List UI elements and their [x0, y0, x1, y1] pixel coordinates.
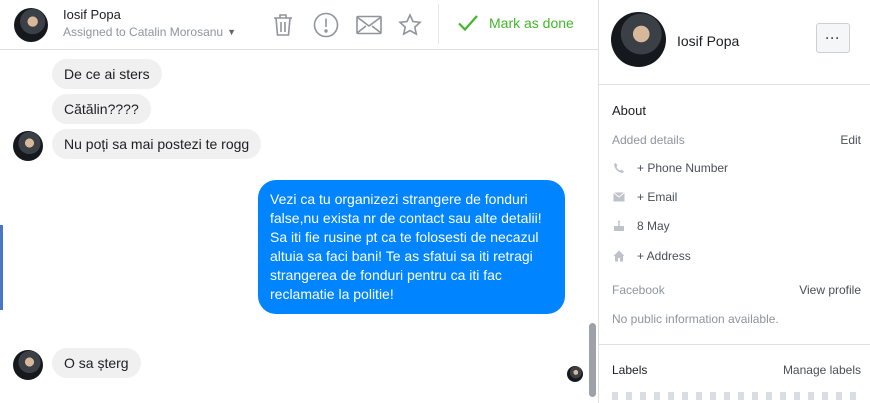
mark-as-done-label: Mark as done [489, 15, 574, 31]
facebook-heading: Facebook [612, 283, 665, 297]
divider [599, 84, 870, 85]
profile-name[interactable]: Iosif Popa [677, 33, 739, 49]
birthday-row: 8 May [612, 219, 670, 233]
message-bubble-incoming[interactable]: De ce ai sters [52, 59, 162, 89]
manage-labels-link[interactable]: Manage labels [783, 363, 861, 377]
contact-name[interactable]: Iosif Popa [63, 7, 121, 22]
sender-avatar[interactable] [13, 131, 43, 161]
envelope-icon [612, 190, 626, 204]
add-phone-number[interactable]: + Phone Number [612, 161, 728, 175]
birthday-value: 8 May [637, 219, 670, 233]
cake-icon [612, 219, 626, 233]
trash-icon[interactable] [269, 11, 297, 39]
profile-avatar[interactable] [611, 12, 666, 67]
message-thread: De ce ai sters Cătălin???? Nu poți sa ma… [0, 51, 598, 403]
sender-avatar[interactable] [13, 350, 43, 380]
header-divider [438, 4, 439, 44]
labels-heading: Labels [612, 363, 648, 377]
contact-avatar[interactable] [14, 8, 48, 42]
check-icon [458, 15, 478, 32]
message-bubble-outgoing[interactable]: Vezi ca tu organizezi strangere de fondu… [258, 180, 565, 314]
star-icon[interactable] [396, 11, 424, 39]
message-bubble-incoming[interactable]: O sa șterg [52, 348, 141, 378]
mail-icon[interactable] [355, 11, 383, 39]
assigned-dropdown[interactable]: Assigned to Catalin Morosanu ▼ [63, 25, 236, 39]
labels-list [612, 392, 862, 400]
phone-icon [612, 161, 626, 175]
added-details-label: Added details [612, 133, 685, 147]
more-options-button[interactable]: ··· [816, 23, 850, 53]
home-icon [612, 249, 626, 263]
chevron-down-icon: ▼ [227, 27, 237, 37]
about-heading: About [612, 103, 646, 118]
add-address[interactable]: + Address [612, 249, 691, 263]
assigned-label: Assigned to Catalin Morosanu [63, 25, 224, 39]
mark-as-done-button[interactable]: Mark as done [457, 14, 574, 32]
email-label: + Email [637, 190, 678, 204]
message-bubble-incoming[interactable]: Cătălin???? [52, 94, 151, 124]
divider [599, 344, 870, 345]
no-public-info-text: No public information available. [612, 312, 779, 326]
scrollbar-thumb[interactable] [589, 323, 596, 397]
address-label: + Address [637, 249, 691, 263]
edit-link[interactable]: Edit [840, 133, 861, 147]
add-email[interactable]: + Email [612, 190, 677, 204]
view-profile-link[interactable]: View profile [799, 283, 861, 297]
alert-circle-icon[interactable] [312, 11, 340, 39]
read-receipt-avatar [567, 366, 583, 382]
message-bubble-incoming[interactable]: Nu poți sa mai postezi te rogg [52, 129, 262, 159]
contact-info-panel: Iosif Popa ··· About Added details Edit … [598, 0, 870, 403]
phone-number-label: + Phone Number [637, 161, 729, 175]
conversation-header: Iosif Popa Assigned to Catalin Morosanu … [0, 0, 598, 50]
